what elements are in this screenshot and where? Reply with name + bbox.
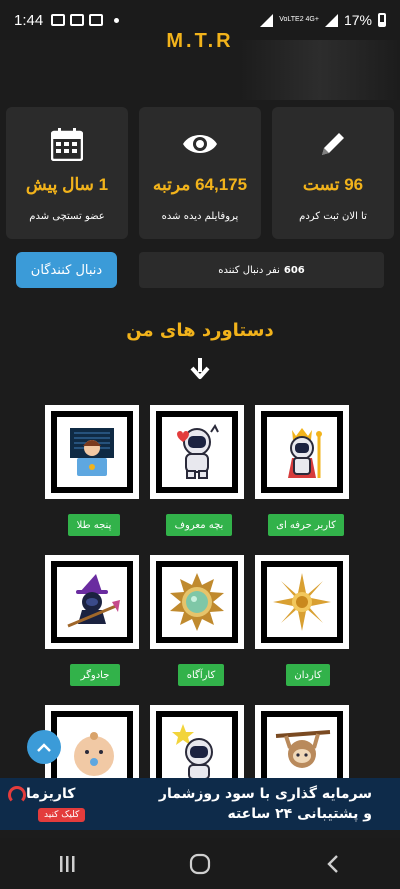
followers-text: نفر دنبال کننده bbox=[218, 264, 280, 276]
battery-percent: 17% bbox=[343, 12, 372, 28]
wifi-signal-icon bbox=[260, 13, 274, 27]
karizma-logo-icon bbox=[8, 786, 26, 804]
ad-brand: کاریزما bbox=[26, 786, 76, 802]
stat-card-views: 64,175 مرتبه پروفایلم دیده شده bbox=[139, 107, 261, 239]
stat-label: عضو تستچی شدم bbox=[29, 211, 105, 222]
chevron-up-icon bbox=[37, 743, 51, 752]
profile-name: M.T.R bbox=[166, 30, 234, 52]
ad-line2: و پشتیبانی ۲۴ ساعته bbox=[227, 806, 372, 822]
achievement-badge[interactable] bbox=[45, 555, 139, 649]
stat-value: 64,175 مرتبه bbox=[152, 175, 248, 194]
achievement-badge[interactable] bbox=[255, 555, 349, 649]
stat-card-membership: 1 سال پیش عضو تستچی شدم bbox=[6, 107, 128, 239]
scroll-top-button[interactable] bbox=[27, 730, 61, 764]
gmail-notification-icon bbox=[70, 14, 85, 26]
pencil-icon bbox=[272, 107, 394, 167]
baby-icon bbox=[74, 732, 114, 776]
astronaut-star-icon bbox=[172, 724, 213, 780]
ad-logo: کاریزما کلیک کنید bbox=[0, 778, 120, 830]
achievement-badge[interactable] bbox=[150, 555, 244, 649]
eye-icon bbox=[139, 107, 261, 167]
achievement-label: کاردان bbox=[286, 664, 330, 686]
status-time: 1:44 bbox=[14, 11, 44, 29]
stat-card-tests: 96 تست تا الان ثبت کردم bbox=[272, 107, 394, 239]
system-nav-bar bbox=[0, 838, 400, 889]
achievement-badge[interactable] bbox=[45, 405, 139, 499]
achievement-label: بچه معروف bbox=[166, 514, 232, 536]
calendar-icon bbox=[6, 107, 128, 167]
home-icon bbox=[189, 853, 211, 874]
recent-apps-button[interactable] bbox=[37, 844, 97, 884]
cell-signal-icon bbox=[324, 13, 338, 27]
achievements-title: دستاورد های من bbox=[126, 320, 274, 341]
ad-banner[interactable]: کاریزما کلیک کنید سرمایه گذاری با سود رو… bbox=[0, 778, 400, 830]
arrow-down-icon bbox=[190, 358, 210, 379]
stat-label: پروفایلم دیده شده bbox=[161, 211, 239, 222]
back-button[interactable] bbox=[303, 844, 363, 884]
followers-button[interactable]: دنبال کنندگان bbox=[16, 252, 117, 288]
astronaut-witch-icon bbox=[67, 574, 120, 628]
gmail-notification-icon bbox=[51, 14, 66, 26]
achievement-label: کارآگاه bbox=[178, 664, 224, 686]
silver-medal-icon bbox=[170, 573, 224, 631]
achievement-label: پنجه طلا bbox=[68, 514, 120, 536]
astronaut-laptop-icon bbox=[70, 428, 114, 476]
gold-medal-icon bbox=[273, 573, 331, 631]
status-right: VoLTE2 4G+ 17% bbox=[260, 12, 386, 28]
followers-count-box: 606 نفر دنبال کننده bbox=[139, 252, 384, 288]
ad-text: سرمایه گذاری با سود روزشمار و پشتیبانی ۲… bbox=[120, 784, 400, 824]
more-notifications-icon bbox=[114, 17, 120, 23]
astronaut-king-icon bbox=[288, 428, 322, 478]
astronaut-heart-icon bbox=[177, 424, 219, 479]
battery-icon bbox=[378, 13, 386, 27]
back-icon bbox=[327, 854, 339, 873]
home-button[interactable] bbox=[170, 844, 230, 884]
gallery-notification-icon bbox=[89, 14, 104, 26]
stat-value: 1 سال پیش bbox=[25, 175, 109, 194]
ad-line1: سرمایه گذاری با سود روزشمار bbox=[158, 786, 372, 802]
recent-apps-icon bbox=[59, 855, 75, 872]
achievement-badge[interactable] bbox=[150, 405, 244, 499]
sloth-icon bbox=[275, 730, 331, 768]
achievement-badge[interactable] bbox=[255, 405, 349, 499]
network-label: VoLTE2 4G+ bbox=[279, 16, 319, 23]
stat-label: تا الان ثبت کردم bbox=[299, 211, 367, 222]
followers-count: 606 bbox=[283, 264, 305, 276]
achievement-label: جادوگر bbox=[70, 664, 120, 686]
achievement-label: کاربر حرفه ای bbox=[268, 514, 344, 536]
ad-cta-button[interactable]: کلیک کنید bbox=[38, 808, 86, 822]
stat-value: 96 تست bbox=[302, 175, 364, 194]
